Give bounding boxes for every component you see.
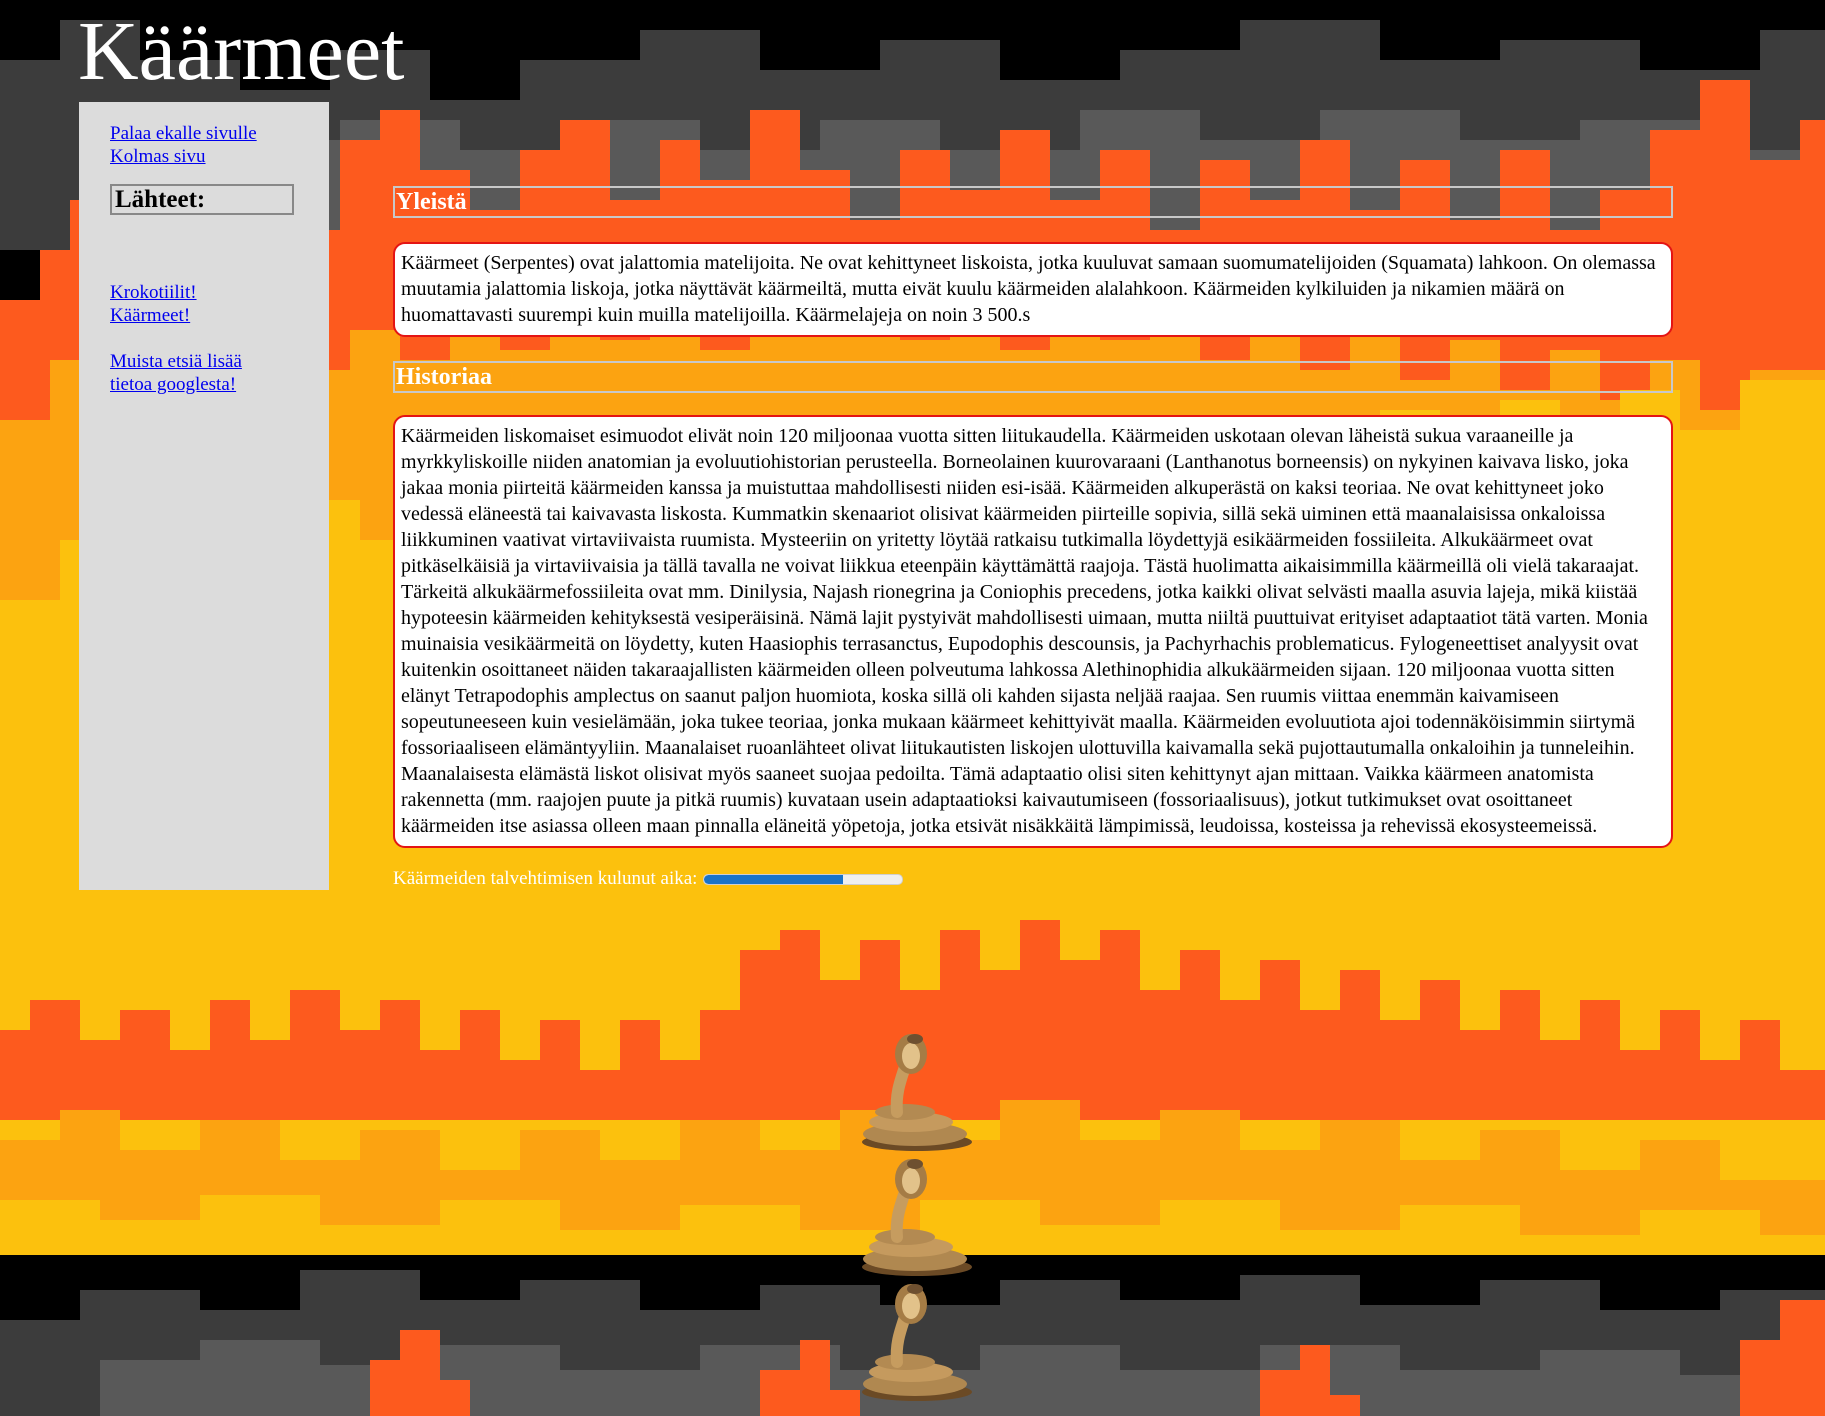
- cobra-image-stack: [845, 1030, 975, 1405]
- section-heading-general: Yleistä: [393, 186, 1673, 218]
- cobra-icon: [845, 1280, 975, 1405]
- link-crocodiles[interactable]: Krokotiilit!: [110, 281, 329, 304]
- section-text-general: Käärmeet (Serpentes) ovat jalattomia mat…: [393, 242, 1673, 337]
- cobra-icon: [845, 1155, 975, 1280]
- link-third-page[interactable]: Kolmas sivu: [110, 145, 329, 168]
- cobra-icon: [845, 1030, 975, 1155]
- page-title: Käärmeet: [78, 5, 405, 98]
- progress-bar: [703, 873, 904, 885]
- main-content: Yleistä Käärmeet (Serpentes) ovat jalatt…: [393, 186, 1673, 890]
- sidebar: Palaa ekalle sivulle Kolmas sivu Lähteet…: [79, 102, 329, 890]
- sources-heading: Lähteet:: [110, 184, 294, 215]
- link-snakes[interactable]: Käärmeet!: [110, 304, 329, 327]
- section-heading-history: Historiaa: [393, 361, 1673, 393]
- section-text-history: Käärmeiden liskomaiset esimuodot elivät …: [393, 415, 1673, 848]
- progress-label: Käärmeiden talvehtimisen kulunut aika:: [393, 868, 698, 889]
- link-google[interactable]: Muista etsiä lisää tietoa googlesta!: [110, 350, 260, 396]
- link-front-page[interactable]: Palaa ekalle sivulle: [110, 122, 329, 145]
- progress-bar-fill: [704, 874, 844, 884]
- hibernation-progress: Käärmeiden talvehtimisen kulunut aika:: [393, 868, 1673, 890]
